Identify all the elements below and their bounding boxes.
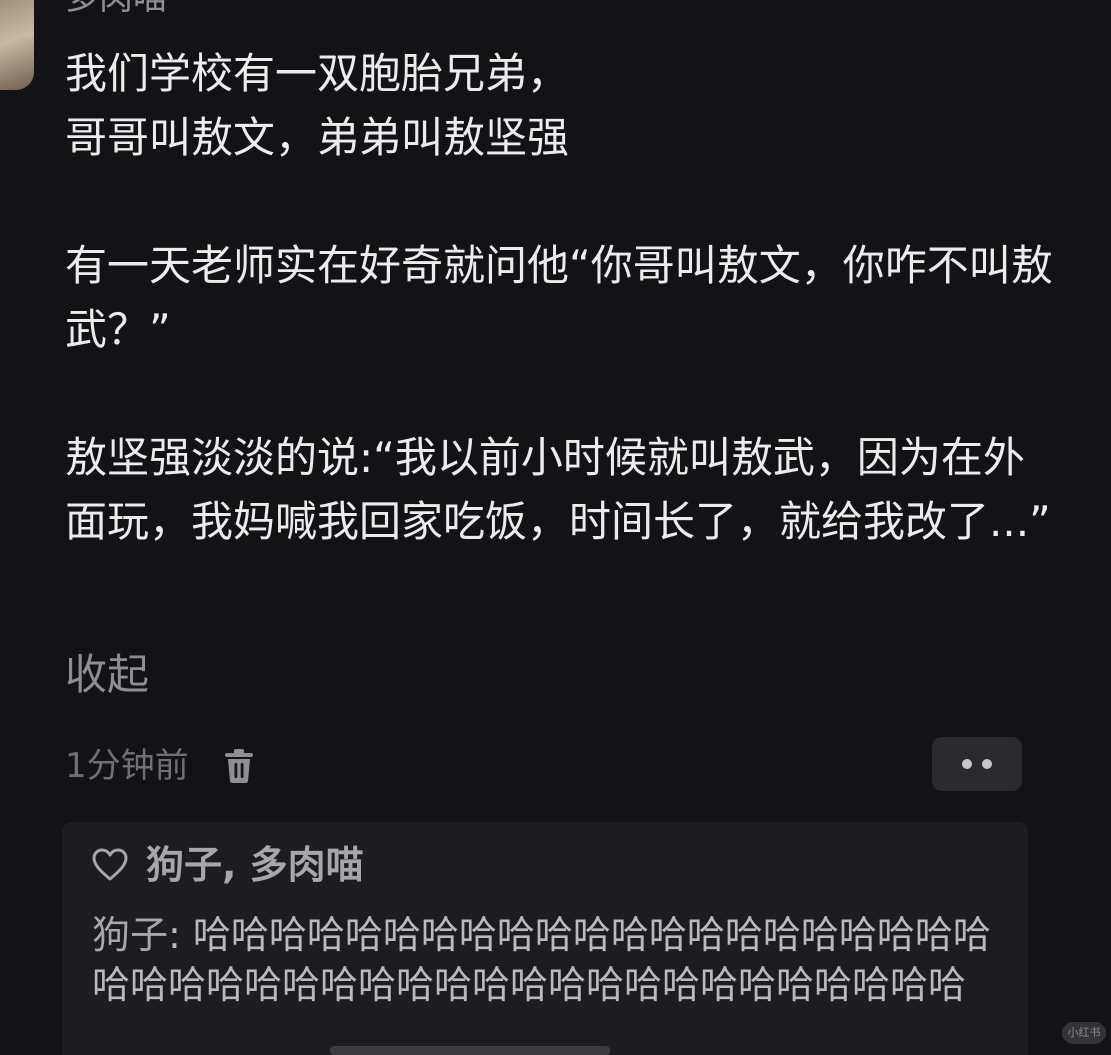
trash-icon[interactable] [221,744,257,788]
reply-author[interactable]: 狗子 [92,913,168,957]
bottom-indicator [330,1046,610,1055]
liked-by-names[interactable]: 狗子, 多肉喵 [146,840,364,890]
timestamp: 1分钟前 [65,746,189,786]
post-meta: 1分钟前 [65,738,257,794]
reply-text-block: 狗子: 哈哈哈哈哈哈哈哈哈哈哈哈哈哈哈哈哈哈哈哈哈哈哈哈哈哈哈哈哈哈哈哈哈哈哈哈… [92,910,997,1010]
more-dots-icon[interactable] [932,737,1022,791]
author-name[interactable]: 多肉喵 [65,0,167,18]
collapse-button[interactable]: 收起 [65,645,149,705]
reply-body: 哈哈哈哈哈哈哈哈哈哈哈哈哈哈哈哈哈哈哈哈哈哈哈哈哈哈哈哈哈哈哈哈哈哈哈哈哈哈哈哈… [92,913,991,1007]
likes-row: 狗子, 多肉喵 [92,840,364,890]
reply-separator: : [168,913,193,957]
heart-icon[interactable] [92,846,130,884]
heart-icon-svg [92,848,128,881]
reply-panel: 狗子, 多肉喵 狗子: 哈哈哈哈哈哈哈哈哈哈哈哈哈哈哈哈哈哈哈哈哈哈哈哈哈哈哈哈… [62,822,1028,1055]
trash-icon-svg [224,749,253,783]
more-dot [982,759,992,769]
more-dot [962,759,972,769]
comment-screen: 多肉喵 我们学校有一双胞胎兄弟， 哥哥叫敖文，弟弟叫敖坚强 有一天老师实在好奇就… [0,0,1111,1055]
avatar[interactable] [0,0,34,90]
watermark-logo: 小红书 [1062,1022,1106,1044]
post-text: 我们学校有一双胞胎兄弟， 哥哥叫敖文，弟弟叫敖坚强 有一天老师实在好奇就问他“你… [65,49,1053,546]
